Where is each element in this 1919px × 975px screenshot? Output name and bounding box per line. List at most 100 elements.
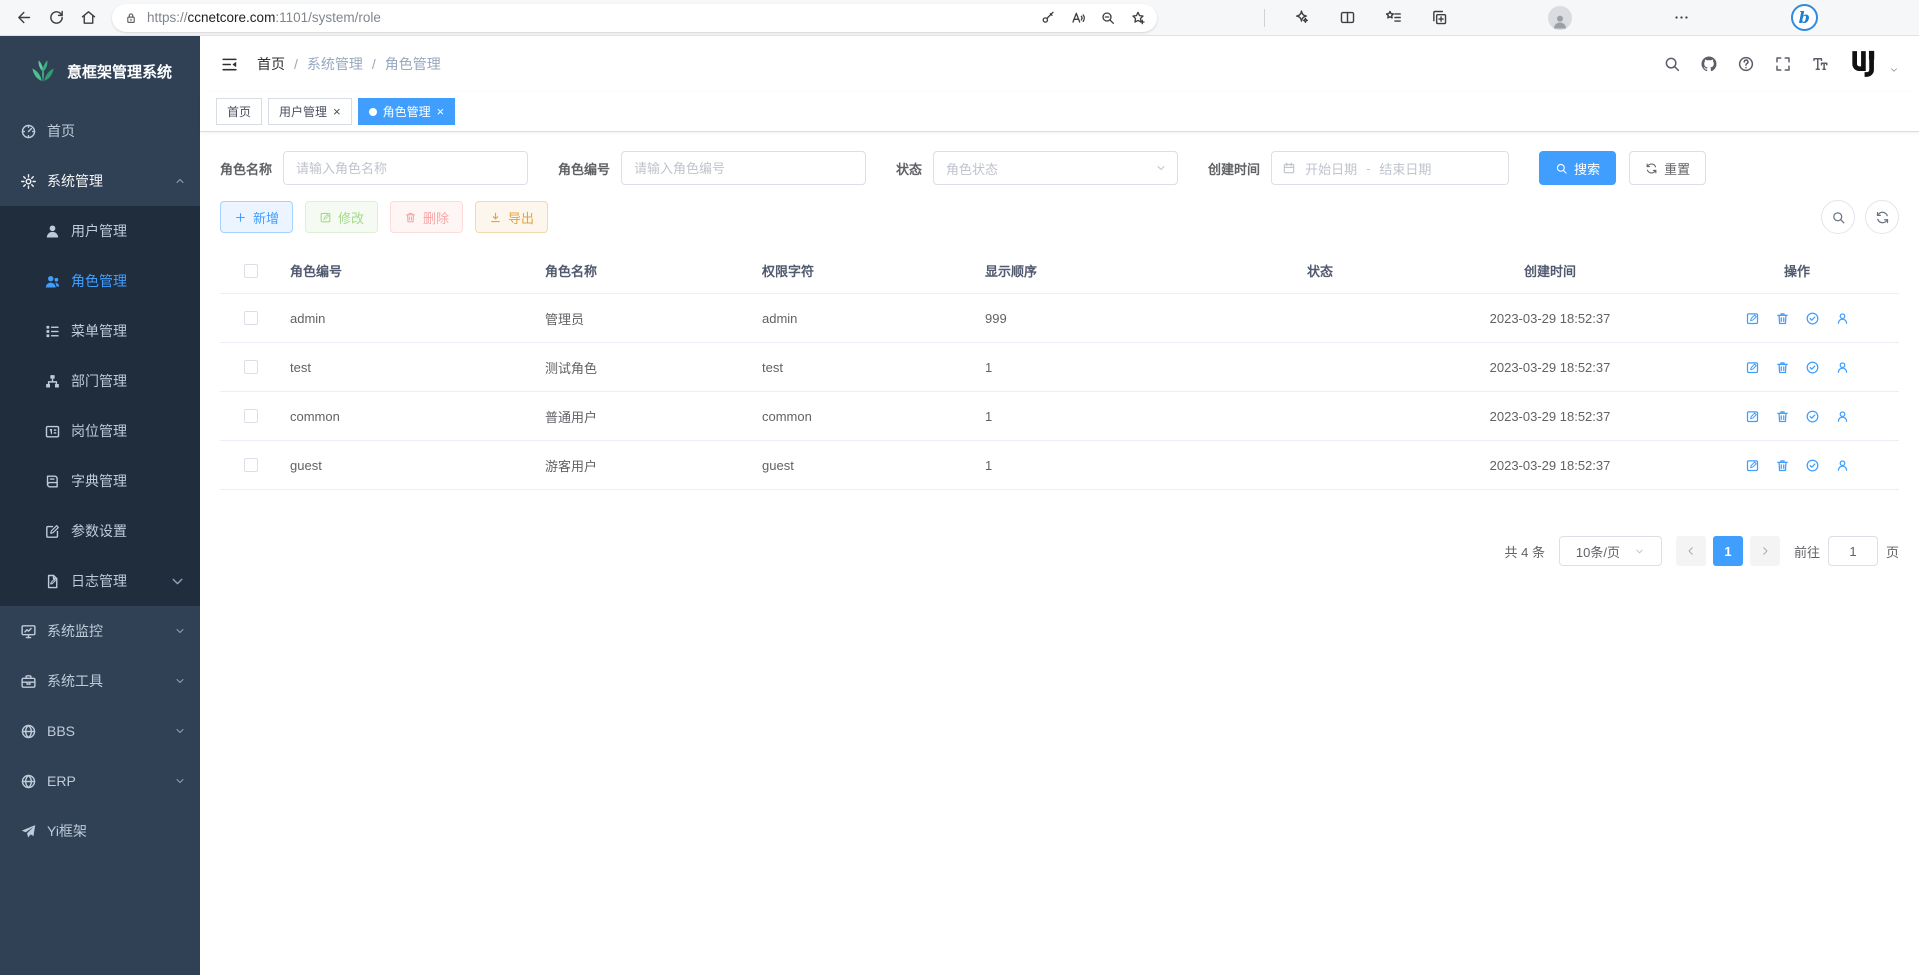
select-all-checkbox[interactable] xyxy=(244,264,258,278)
chevron-down-icon xyxy=(1155,162,1167,174)
password-key-icon[interactable] xyxy=(1033,5,1063,31)
delete-button[interactable]: 删除 xyxy=(390,201,463,233)
github-icon[interactable] xyxy=(1700,55,1718,73)
row-datascope-icon[interactable] xyxy=(1805,311,1820,326)
user-logo-avatar[interactable] xyxy=(1848,48,1880,80)
row-edit-icon[interactable] xyxy=(1745,409,1760,424)
back-icon[interactable] xyxy=(8,3,40,33)
sidebar-item[interactable]: Yi框架 xyxy=(0,806,200,856)
row-datascope-icon[interactable] xyxy=(1805,360,1820,375)
refresh-icon[interactable] xyxy=(40,3,72,33)
row-delete-icon[interactable] xyxy=(1775,409,1790,424)
role-table: 角色编号角色名称权限字符显示顺序状态创建时间操作 admin管理员admin99… xyxy=(220,248,1899,490)
row-checkbox[interactable] xyxy=(244,360,258,374)
sidebar-subitem[interactable]: 岗位管理 xyxy=(0,406,200,456)
sidebar-item[interactable]: BBS xyxy=(0,706,200,756)
page-number[interactable]: 1 xyxy=(1713,536,1743,566)
breadcrumb: 首页/系统管理/角色管理 xyxy=(257,54,441,74)
status-select[interactable]: 角色状态 xyxy=(933,151,1178,185)
export-button[interactable]: 导出 xyxy=(475,201,548,233)
row-edit-icon[interactable] xyxy=(1745,311,1760,326)
font-size-icon[interactable] xyxy=(1811,55,1829,73)
next-page-button[interactable] xyxy=(1750,536,1780,566)
sidebar-subitem[interactable]: 角色管理 xyxy=(0,256,200,306)
row-assign-user-icon[interactable] xyxy=(1835,360,1850,375)
collections-icon[interactable] xyxy=(1423,3,1455,33)
prev-page-button[interactable] xyxy=(1676,536,1706,566)
collapse-sidebar-icon[interactable] xyxy=(220,55,239,74)
trash-icon xyxy=(404,211,417,224)
add-favorite-icon[interactable] xyxy=(1123,5,1153,31)
sidebar-item[interactable]: 系统工具 xyxy=(0,656,200,706)
row-delete-icon[interactable] xyxy=(1775,360,1790,375)
row-assign-user-icon[interactable] xyxy=(1835,409,1850,424)
breadcrumb-item[interactable]: 首页 xyxy=(257,54,285,74)
row-assign-user-icon[interactable] xyxy=(1835,458,1850,473)
sidebar-item[interactable]: 系统监控 xyxy=(0,606,200,656)
close-tab-icon[interactable]: × xyxy=(333,105,341,118)
chevron-down-icon xyxy=(1889,65,1899,75)
sidebar-subitem-label: 角色管理 xyxy=(71,271,127,291)
date-range-picker[interactable]: 开始日期 - 结束日期 xyxy=(1271,151,1509,185)
tab-item[interactable]: 用户管理× xyxy=(268,98,352,125)
read-aloud-icon[interactable] xyxy=(1063,5,1093,31)
fullscreen-icon[interactable] xyxy=(1774,55,1792,73)
sidebar-subitem[interactable]: 用户管理 xyxy=(0,206,200,256)
address-bar[interactable]: https://ccnetcore.com:1101/system/role xyxy=(112,4,1157,32)
sidebar-subitem[interactable]: 参数设置 xyxy=(0,506,200,556)
sidebar-subitem-label: 用户管理 xyxy=(71,221,127,241)
more-options-icon[interactable] xyxy=(1666,3,1698,33)
cell-name: 游客用户 xyxy=(535,456,752,475)
add-button[interactable]: 新增 xyxy=(220,201,293,233)
cell-name: 普通用户 xyxy=(535,407,752,426)
refresh-icon-button[interactable] xyxy=(1865,200,1899,234)
role-code-input[interactable] xyxy=(621,151,866,185)
column-header: 状态 xyxy=(1307,261,1333,280)
table-row: admin管理员admin9992023-03-29 18:52:37 xyxy=(220,294,1899,343)
row-assign-user-icon[interactable] xyxy=(1835,311,1850,326)
row-edit-icon[interactable] xyxy=(1745,360,1760,375)
row-datascope-icon[interactable] xyxy=(1805,409,1820,424)
sidebar-item[interactable]: ERP xyxy=(0,756,200,806)
row-checkbox[interactable] xyxy=(244,409,258,423)
row-checkbox[interactable] xyxy=(244,311,258,325)
zoom-out-icon[interactable] xyxy=(1093,5,1123,31)
search-button[interactable]: 搜索 xyxy=(1539,151,1616,185)
lock-icon xyxy=(124,11,138,25)
row-datascope-icon[interactable] xyxy=(1805,458,1820,473)
reset-button[interactable]: 重置 xyxy=(1629,151,1706,185)
gear-icon xyxy=(20,173,37,190)
row-actions xyxy=(1745,360,1850,375)
bing-copilot-icon[interactable]: b xyxy=(1791,4,1818,31)
modify-button[interactable]: 修改 xyxy=(305,201,378,233)
page-size-select[interactable]: 10条/页 xyxy=(1559,536,1662,566)
header-search-icon[interactable] xyxy=(1663,55,1681,73)
cell-perm: guest xyxy=(752,458,975,473)
profile-avatar-icon[interactable] xyxy=(1548,6,1572,30)
row-delete-icon[interactable] xyxy=(1775,311,1790,326)
row-checkbox[interactable] xyxy=(244,458,258,472)
sidebar-subitem[interactable]: 日志管理 xyxy=(0,556,200,606)
row-delete-icon[interactable] xyxy=(1775,458,1790,473)
sidebar-item[interactable]: 系统管理 xyxy=(0,156,200,206)
sidebar-item[interactable]: 首页 xyxy=(0,106,200,156)
org-tree-icon xyxy=(44,373,61,390)
cell-code: guest xyxy=(280,458,535,473)
help-icon[interactable] xyxy=(1737,55,1755,73)
tab-item[interactable]: 首页 xyxy=(216,98,262,125)
sidebar-submenu: 用户管理角色管理菜单管理部门管理岗位管理字典管理参数设置日志管理 xyxy=(0,206,200,606)
jump-page-input[interactable] xyxy=(1828,536,1878,566)
split-screen-icon[interactable] xyxy=(1331,3,1363,33)
sidebar-subitem[interactable]: 部门管理 xyxy=(0,356,200,406)
close-tab-icon[interactable]: × xyxy=(437,105,445,118)
sidebar-subitem[interactable]: 字典管理 xyxy=(0,456,200,506)
search-icon-button[interactable] xyxy=(1821,200,1855,234)
role-name-input[interactable] xyxy=(283,151,528,185)
home-icon[interactable] xyxy=(72,3,104,33)
browser-essentials-icon[interactable] xyxy=(1285,3,1317,33)
favorites-icon[interactable] xyxy=(1377,3,1409,33)
cell-created: 2023-03-29 18:52:37 xyxy=(1490,360,1611,375)
tab-active[interactable]: 角色管理× xyxy=(358,98,456,125)
sidebar-subitem[interactable]: 菜单管理 xyxy=(0,306,200,356)
row-edit-icon[interactable] xyxy=(1745,458,1760,473)
